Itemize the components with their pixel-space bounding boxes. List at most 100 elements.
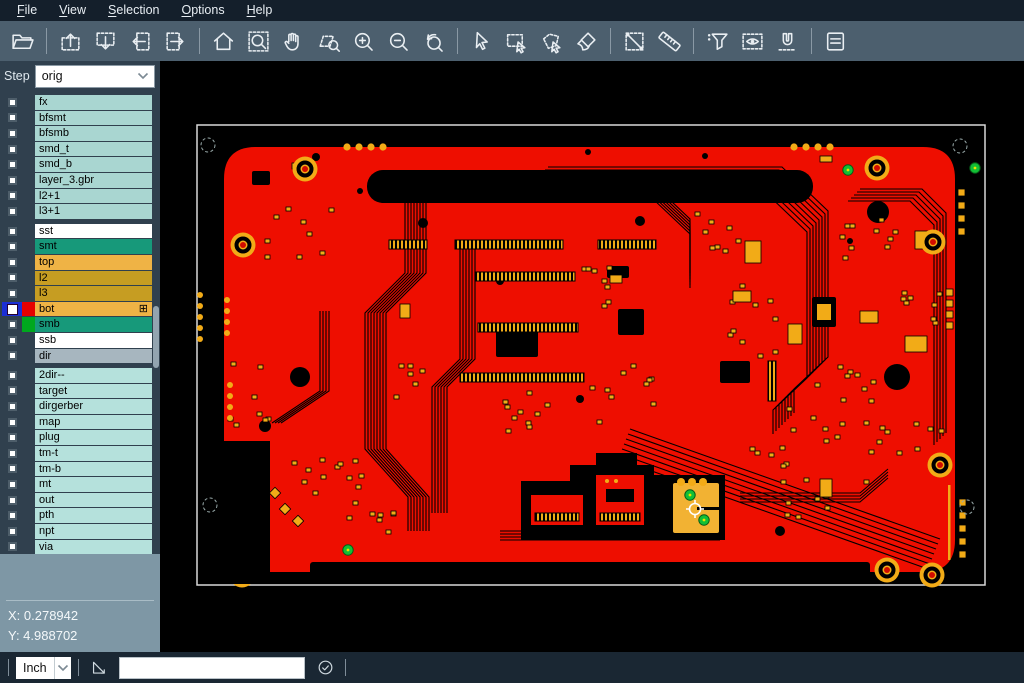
layer-visibility-checkbox[interactable] bbox=[2, 204, 22, 219]
layer-visibility-checkbox[interactable] bbox=[2, 173, 22, 188]
layer-visibility-checkbox[interactable] bbox=[2, 430, 22, 445]
pcb-canvas[interactable] bbox=[160, 61, 1024, 652]
menu-options[interactable]: Options bbox=[170, 2, 235, 20]
layer-visibility-checkbox[interactable] bbox=[2, 224, 22, 239]
zoom-previous-button[interactable] bbox=[416, 24, 451, 58]
layer-row-sst[interactable]: sst bbox=[2, 224, 152, 239]
layer-label: bot⊞ bbox=[35, 302, 152, 317]
layer-visibility-checkbox[interactable] bbox=[2, 111, 22, 126]
layer-row-plug[interactable]: plug bbox=[2, 430, 152, 445]
layer-visibility-checkbox[interactable] bbox=[2, 333, 22, 348]
layer-row-npt[interactable]: npt bbox=[2, 524, 152, 539]
layers-panel-button[interactable] bbox=[818, 24, 853, 58]
nudge-down-button[interactable] bbox=[88, 24, 123, 58]
layer-visibility-checkbox[interactable] bbox=[2, 302, 22, 317]
layer-row-l3-1[interactable]: l3+1 bbox=[2, 204, 152, 219]
zoom-area-button[interactable] bbox=[241, 24, 276, 58]
layer-visibility-checkbox[interactable] bbox=[2, 524, 22, 539]
bottom-edge-cutout bbox=[310, 562, 870, 584]
filter-button[interactable] bbox=[700, 24, 735, 58]
layer-row-tm-t[interactable]: tm-t bbox=[2, 446, 152, 461]
nudge-left-button[interactable] bbox=[123, 24, 158, 58]
layer-row-out[interactable]: out bbox=[2, 493, 152, 508]
refresh-button[interactable] bbox=[312, 656, 338, 680]
layer-visibility-checkbox[interactable] bbox=[2, 142, 22, 157]
layer-visibility-checkbox[interactable] bbox=[2, 384, 22, 399]
layer-row-map[interactable]: map bbox=[2, 415, 152, 430]
layer-row-ssb[interactable]: ssb bbox=[2, 333, 152, 348]
status-bar: Inch bbox=[0, 652, 1024, 683]
layer-visibility-checkbox[interactable] bbox=[2, 415, 22, 430]
layer-visibility-checkbox[interactable] bbox=[2, 368, 22, 383]
menu-file[interactable]: File bbox=[6, 2, 48, 20]
layer-visibility-checkbox[interactable] bbox=[2, 462, 22, 477]
menu-selection[interactable]: Selection bbox=[97, 2, 170, 20]
layer-row-target[interactable]: target bbox=[2, 384, 152, 399]
ruler-icon bbox=[657, 29, 682, 54]
pan-hand-button[interactable] bbox=[276, 24, 311, 58]
layer-row-smd-t[interactable]: smd_t bbox=[2, 142, 152, 157]
layer-visibility-checkbox[interactable] bbox=[2, 189, 22, 204]
menu-view[interactable]: View bbox=[48, 2, 97, 20]
layer-row-l3[interactable]: l3 bbox=[2, 286, 152, 301]
menu-help[interactable]: Help bbox=[236, 2, 284, 20]
nudge-right-button[interactable] bbox=[158, 24, 193, 58]
open-folder-button[interactable] bbox=[5, 24, 40, 58]
layer-visibility-checkbox[interactable] bbox=[2, 317, 22, 332]
layer-row-bot[interactable]: bot⊞ bbox=[2, 302, 152, 317]
layer-row-dir[interactable]: dir bbox=[2, 349, 152, 364]
layer-row-via[interactable]: via bbox=[2, 540, 152, 555]
layer-visibility-checkbox[interactable] bbox=[2, 508, 22, 523]
zoom-in-button[interactable] bbox=[346, 24, 381, 58]
corner-measure-button[interactable] bbox=[86, 656, 112, 680]
layer-color-swatch bbox=[22, 271, 35, 286]
ruler-button[interactable] bbox=[652, 24, 687, 58]
layer-row-layer-3-gbr[interactable]: layer_3.gbr bbox=[2, 173, 152, 188]
layer-visibility-checkbox[interactable] bbox=[2, 540, 22, 555]
layer-visibility-checkbox[interactable] bbox=[2, 95, 22, 110]
layer-row-pth[interactable]: pth bbox=[2, 508, 152, 523]
command-input[interactable] bbox=[119, 657, 305, 679]
layer-row-top[interactable]: top bbox=[2, 255, 152, 270]
layer-row-tm-b[interactable]: tm-b bbox=[2, 462, 152, 477]
layer-row-smt[interactable]: smt bbox=[2, 239, 152, 254]
layer-visibility-checkbox[interactable] bbox=[2, 157, 22, 172]
layer-visibility-checkbox[interactable] bbox=[2, 271, 22, 286]
zoom-window-button[interactable] bbox=[311, 24, 346, 58]
layer-row-fx[interactable]: fx bbox=[2, 95, 152, 110]
layer-sidebar: Step orig fxbfsmtbfsmbsmd_tsmd_blayer_3.… bbox=[0, 61, 160, 652]
brush-button[interactable] bbox=[569, 24, 604, 58]
layer-row-l2[interactable]: l2 bbox=[2, 271, 152, 286]
layer-visibility-checkbox[interactable] bbox=[2, 493, 22, 508]
select-rect-button[interactable] bbox=[499, 24, 534, 58]
layer-row-l2-1[interactable]: l2+1 bbox=[2, 189, 152, 204]
layer-visibility-checkbox[interactable] bbox=[2, 446, 22, 461]
layer-row-bfsmb[interactable]: bfsmb bbox=[2, 126, 152, 141]
layer-visibility-checkbox[interactable] bbox=[2, 126, 22, 141]
zoom-out-button[interactable] bbox=[381, 24, 416, 58]
measure-line-button[interactable] bbox=[617, 24, 652, 58]
step-select[interactable]: orig bbox=[35, 65, 155, 88]
layer-visibility-checkbox[interactable] bbox=[2, 399, 22, 414]
select-polygon-button[interactable] bbox=[534, 24, 569, 58]
home-view-button[interactable] bbox=[206, 24, 241, 58]
snap-button[interactable] bbox=[770, 24, 805, 58]
layer-list-scrollbar[interactable] bbox=[153, 306, 159, 368]
nudge-up-button[interactable] bbox=[53, 24, 88, 58]
layer-visibility-checkbox[interactable] bbox=[2, 349, 22, 364]
layer-row-mt[interactable]: mt bbox=[2, 477, 152, 492]
view-options-button[interactable] bbox=[735, 24, 770, 58]
layer-visibility-checkbox[interactable] bbox=[2, 286, 22, 301]
filter-icon bbox=[705, 29, 730, 54]
layer-row-smd-b[interactable]: smd_b bbox=[2, 157, 152, 172]
unit-select[interactable]: Inch bbox=[16, 657, 71, 679]
layer-visibility-checkbox[interactable] bbox=[2, 255, 22, 270]
select-cursor-button[interactable] bbox=[464, 24, 499, 58]
layer-row-bfsmt[interactable]: bfsmt bbox=[2, 111, 152, 126]
layer-visibility-checkbox[interactable] bbox=[2, 477, 22, 492]
layer-row-dirgerber[interactable]: dirgerber bbox=[2, 399, 152, 414]
layer-row-smb[interactable]: smb bbox=[2, 317, 152, 332]
layer-visibility-checkbox[interactable] bbox=[2, 239, 22, 254]
layer-row-2dir-[interactable]: 2dir-- bbox=[2, 368, 152, 383]
top-slot-cutout bbox=[367, 170, 813, 203]
